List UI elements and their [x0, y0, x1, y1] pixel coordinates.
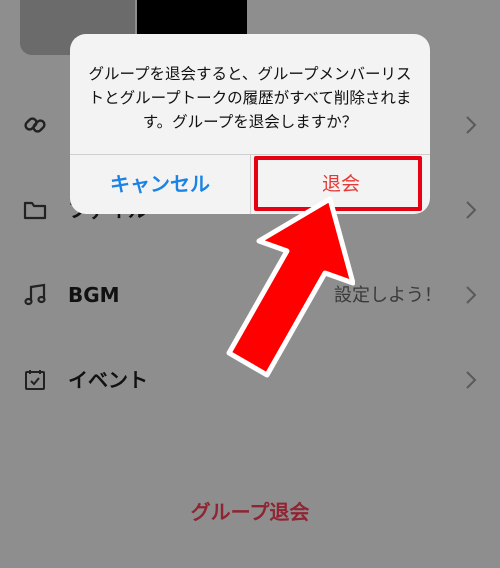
folder-icon	[23, 201, 47, 220]
music-note-icon	[24, 283, 46, 306]
menu-row-label: BGM	[68, 283, 120, 307]
menu-row-label: イベント	[68, 368, 148, 392]
leave-group-link[interactable]: グループ退会	[0, 497, 500, 527]
calendar-check-icon	[25, 370, 45, 390]
annotation-arrow-icon	[226, 196, 355, 378]
chevron-right-icon	[466, 201, 477, 219]
link-icon	[24, 117, 46, 133]
dialog-message: グループを退会すると、グループメンバーリストとグループトークの履歴がすべて削除さ…	[88, 65, 412, 131]
chevron-right-icon	[466, 371, 477, 389]
chevron-right-icon	[466, 286, 477, 304]
chevron-right-icon	[466, 116, 477, 134]
